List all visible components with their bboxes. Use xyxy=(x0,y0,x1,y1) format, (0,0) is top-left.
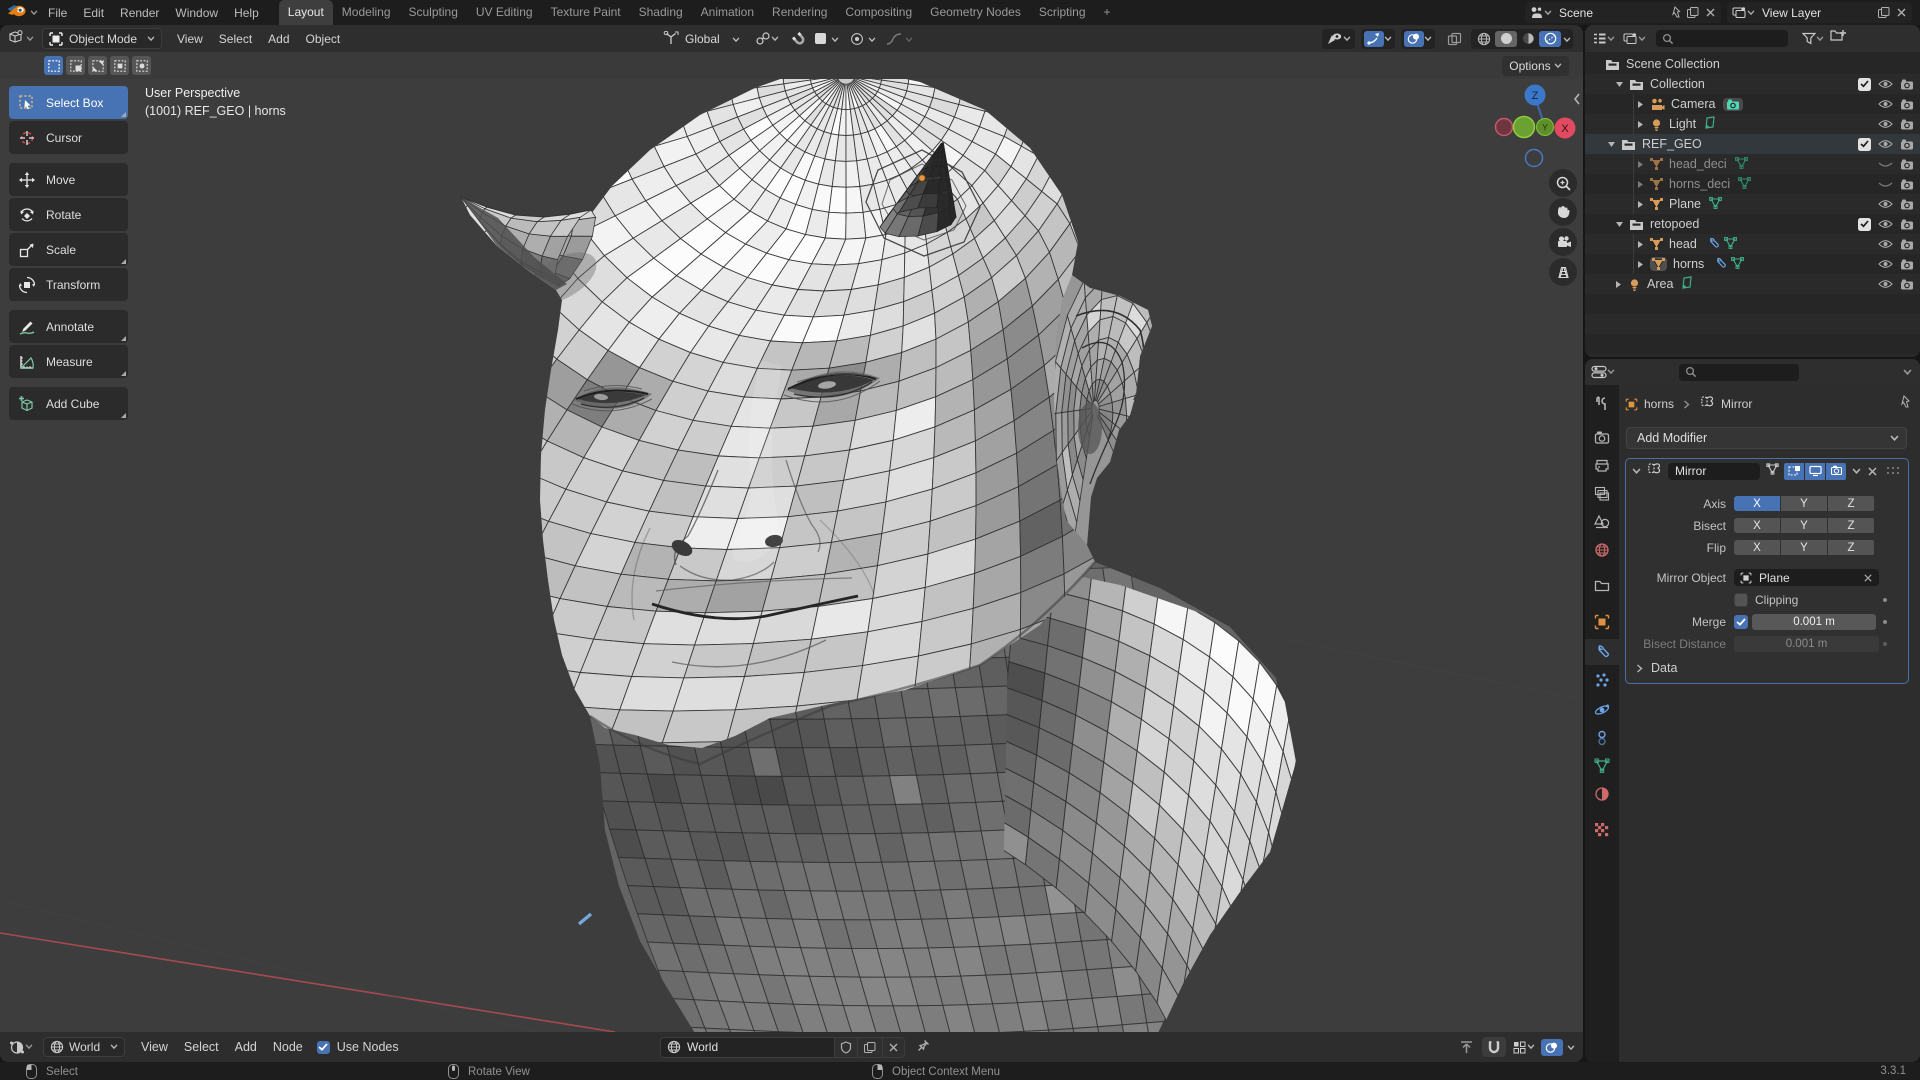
svg-text:X: X xyxy=(1561,123,1569,135)
svg-text:Y: Y xyxy=(1542,123,1548,133)
svg-text:Z: Z xyxy=(1532,90,1539,102)
